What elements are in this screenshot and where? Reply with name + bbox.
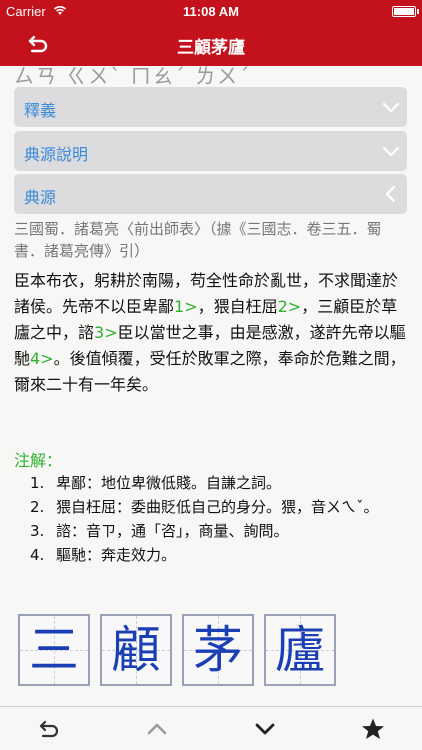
nav-bar: 三顧茅廬 <box>0 22 422 66</box>
footnote-marker[interactable]: 4> <box>30 349 54 368</box>
note-item: 3. 諮：音ㄗ，通「咨」，商量、詢問。 <box>30 519 410 543</box>
section-label: 典源 <box>24 188 57 207</box>
chevron-up-icon[interactable] <box>144 717 170 741</box>
notes-heading: 注解： <box>14 451 63 470</box>
section-source[interactable]: 典源 <box>14 174 407 214</box>
section-label: 典源說明 <box>24 145 89 164</box>
battery-icon <box>392 6 416 17</box>
status-bar: Carrier 11:08 AM <box>0 0 422 22</box>
star-icon[interactable] <box>360 717 386 741</box>
footnote-marker[interactable]: 2> <box>278 297 302 316</box>
note-number: 4. <box>30 546 45 564</box>
chevron-down-icon <box>382 146 400 157</box>
character-tile[interactable]: 茅 <box>182 614 254 686</box>
character-tile[interactable]: 三 <box>18 614 90 686</box>
note-text: 驅馳：奔走效力。 <box>56 546 177 564</box>
character-tile[interactable]: 顧 <box>100 614 172 686</box>
note-number: 2. <box>30 498 45 516</box>
character-glyph: 廬 <box>275 621 325 679</box>
footnote-marker[interactable]: 1> <box>174 297 198 316</box>
chevron-down-icon <box>382 102 400 113</box>
character-glyph: 顧 <box>111 621 161 679</box>
note-item: 4. 驅馳：奔走效力。 <box>30 543 410 567</box>
source-passage: 臣本布衣，躬耕於南陽，苟全性命於亂世，不求聞達於諸侯。先帝不以臣卑鄙1>，猥自枉… <box>14 268 409 398</box>
note-item: 2. 猥自枉屈：委曲貶低自己的身分。猥，音ㄨㄟˇ。 <box>30 495 410 519</box>
note-item: 1. 卑鄙：地位卑微低賤。自謙之詞。 <box>30 471 410 495</box>
chevron-left-icon <box>385 185 396 203</box>
main-content[interactable]: ㄙㄢ ㄍㄨˋ ㄇㄠˊ ㄌㄨˊ 釋義 典源說明 典源 三國蜀．諸葛亮〈前出師表〉（… <box>0 66 422 706</box>
passage-text: 。後值傾覆，受任於敗軍之際，奉命於危難之間，爾來二十有一年矣。 <box>14 349 406 394</box>
note-number: 1. <box>30 474 45 492</box>
phonetic-reading: ㄙㄢ ㄍㄨˋ ㄇㄠˊ ㄌㄨˊ <box>14 66 252 88</box>
section-definition[interactable]: 釋義 <box>14 87 407 127</box>
note-text: 卑鄙：地位卑微低賤。自謙之詞。 <box>56 474 282 492</box>
section-source-explanation[interactable]: 典源說明 <box>14 131 407 171</box>
notes-list: 1. 卑鄙：地位卑微低賤。自謙之詞。 2. 猥自枉屈：委曲貶低自己的身分。猥，音… <box>30 471 410 567</box>
note-number: 3. <box>30 522 45 540</box>
page-title: 三顧茅廬 <box>177 38 245 58</box>
battery-tip <box>417 9 419 14</box>
source-citation: 三國蜀．諸葛亮〈前出師表〉（據《三國志．卷三五．蜀書．諸葛亮傳》引） <box>14 220 382 260</box>
passage-text: ，猥自枉屈 <box>197 297 278 316</box>
note-text: 猥自枉屈：委曲貶低自己的身分。猥，音ㄨㄟˇ。 <box>56 498 379 516</box>
character-glyph: 茅 <box>193 621 243 679</box>
bottom-toolbar <box>0 706 422 750</box>
note-text: 諮：音ㄗ，通「咨」，商量、詢問。 <box>56 522 289 540</box>
clock: 11:08 AM <box>183 4 239 19</box>
footnote-marker[interactable]: 3> <box>94 323 118 342</box>
back-arrow-icon[interactable] <box>36 717 62 741</box>
section-label: 釋義 <box>24 101 57 120</box>
character-glyph: 三 <box>29 621 79 679</box>
chevron-down-icon[interactable] <box>252 717 278 741</box>
character-tile[interactable]: 廬 <box>264 614 336 686</box>
